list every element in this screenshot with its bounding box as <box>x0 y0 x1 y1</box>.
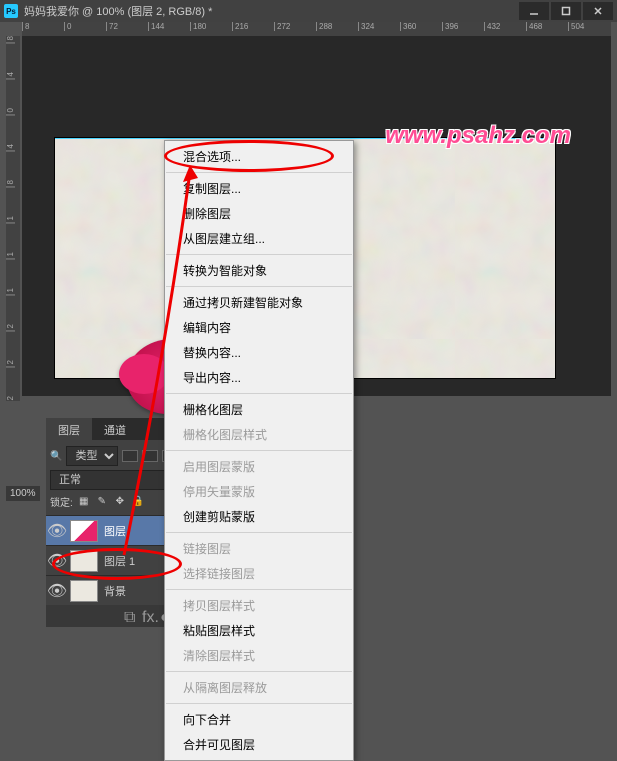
tab-channels[interactable]: 通道 <box>92 418 138 440</box>
menu-item[interactable]: 复制图层... <box>165 176 353 201</box>
filter-kind-select[interactable]: 类型 <box>66 446 118 466</box>
lock-all-icon[interactable]: 🔒 <box>131 495 145 509</box>
menu-item: 清除图层样式 <box>165 643 353 668</box>
menu-item: 启用图层蒙版 <box>165 454 353 479</box>
menu-separator <box>166 172 352 173</box>
menu-item: 栅格化图层样式 <box>165 422 353 447</box>
watermark-text: www.psahz.com <box>385 122 571 150</box>
menu-separator <box>166 393 352 394</box>
menu-item[interactable]: 栅格化图层 <box>165 397 353 422</box>
menu-item[interactable]: 向下合并 <box>165 707 353 732</box>
lock-label: 锁定: <box>50 494 73 509</box>
visibility-eye-icon[interactable]: 👁 <box>50 524 64 538</box>
minimize-button[interactable] <box>519 2 549 20</box>
app-icon: Ps <box>4 4 18 18</box>
menu-separator <box>166 286 352 287</box>
menu-item[interactable]: 粘贴图层样式 <box>165 618 353 643</box>
menu-separator <box>166 450 352 451</box>
menu-item[interactable]: 替换内容... <box>165 340 353 365</box>
vertical-ruler: 84048111222 <box>6 36 20 401</box>
zoom-indicator[interactable]: 100% <box>6 486 40 501</box>
visibility-eye-icon[interactable]: 👁 <box>50 554 64 568</box>
lock-move-icon[interactable]: ✥ <box>113 495 127 509</box>
tab-layers[interactable]: 图层 <box>46 418 92 440</box>
menu-item[interactable]: 混合选项... <box>165 144 353 169</box>
document-title: 妈妈我爱你 @ 100% (图层 2, RGB/8) * <box>24 3 519 19</box>
lock-transparency-icon[interactable]: ▦ <box>77 495 91 509</box>
layer-thumbnail[interactable] <box>70 550 98 572</box>
menu-separator <box>166 254 352 255</box>
menu-item[interactable]: 通过拷贝新建智能对象 <box>165 290 353 315</box>
menu-separator <box>166 532 352 533</box>
horizontal-ruler: 8072144180216272288324360396432468504 <box>22 22 611 36</box>
menu-item[interactable]: 转换为智能对象 <box>165 258 353 283</box>
layer-context-menu[interactable]: 混合选项... 复制图层...删除图层从图层建立组... 转换为智能对象通过拷贝新建… <box>164 140 354 761</box>
menu-item: 选择链接图层 <box>165 561 353 586</box>
search-icon: 🔍 <box>50 451 62 462</box>
menu-item: 拷贝图层样式 <box>165 593 353 618</box>
menu-separator <box>166 671 352 672</box>
menu-item[interactable]: 创建剪贴蒙版 <box>165 504 353 529</box>
filter-pixel-icon[interactable] <box>122 450 138 462</box>
menu-item[interactable]: 编辑内容 <box>165 315 353 340</box>
layer-name-label[interactable]: 图层 1 <box>104 553 135 569</box>
fx-label[interactable]: fx. <box>142 609 156 623</box>
close-button[interactable] <box>583 2 613 20</box>
layer-name-label[interactable]: 图层 <box>104 523 126 539</box>
title-bar: Ps 妈妈我爱你 @ 100% (图层 2, RGB/8) * <box>0 0 617 22</box>
menu-item[interactable]: 导出内容... <box>165 365 353 390</box>
menu-item[interactable]: 合并可见图层 <box>165 732 353 757</box>
maximize-button[interactable] <box>551 2 581 20</box>
menu-item: 停用矢量蒙版 <box>165 479 353 504</box>
visibility-eye-icon[interactable]: 👁 <box>50 584 64 598</box>
menu-item[interactable]: 从图层建立组... <box>165 226 353 251</box>
link-icon[interactable]: ⧉ <box>124 609 138 623</box>
menu-item: 链接图层 <box>165 536 353 561</box>
menu-item: 从隔离图层释放 <box>165 675 353 700</box>
layer-thumbnail[interactable] <box>70 580 98 602</box>
lock-brush-icon[interactable]: ✎ <box>95 495 109 509</box>
filter-adjust-icon[interactable] <box>142 450 158 462</box>
layer-thumbnail[interactable] <box>70 520 98 542</box>
menu-item[interactable]: 删除图层 <box>165 201 353 226</box>
layer-name-label[interactable]: 背景 <box>104 583 126 599</box>
menu-separator <box>166 703 352 704</box>
menu-separator <box>166 589 352 590</box>
